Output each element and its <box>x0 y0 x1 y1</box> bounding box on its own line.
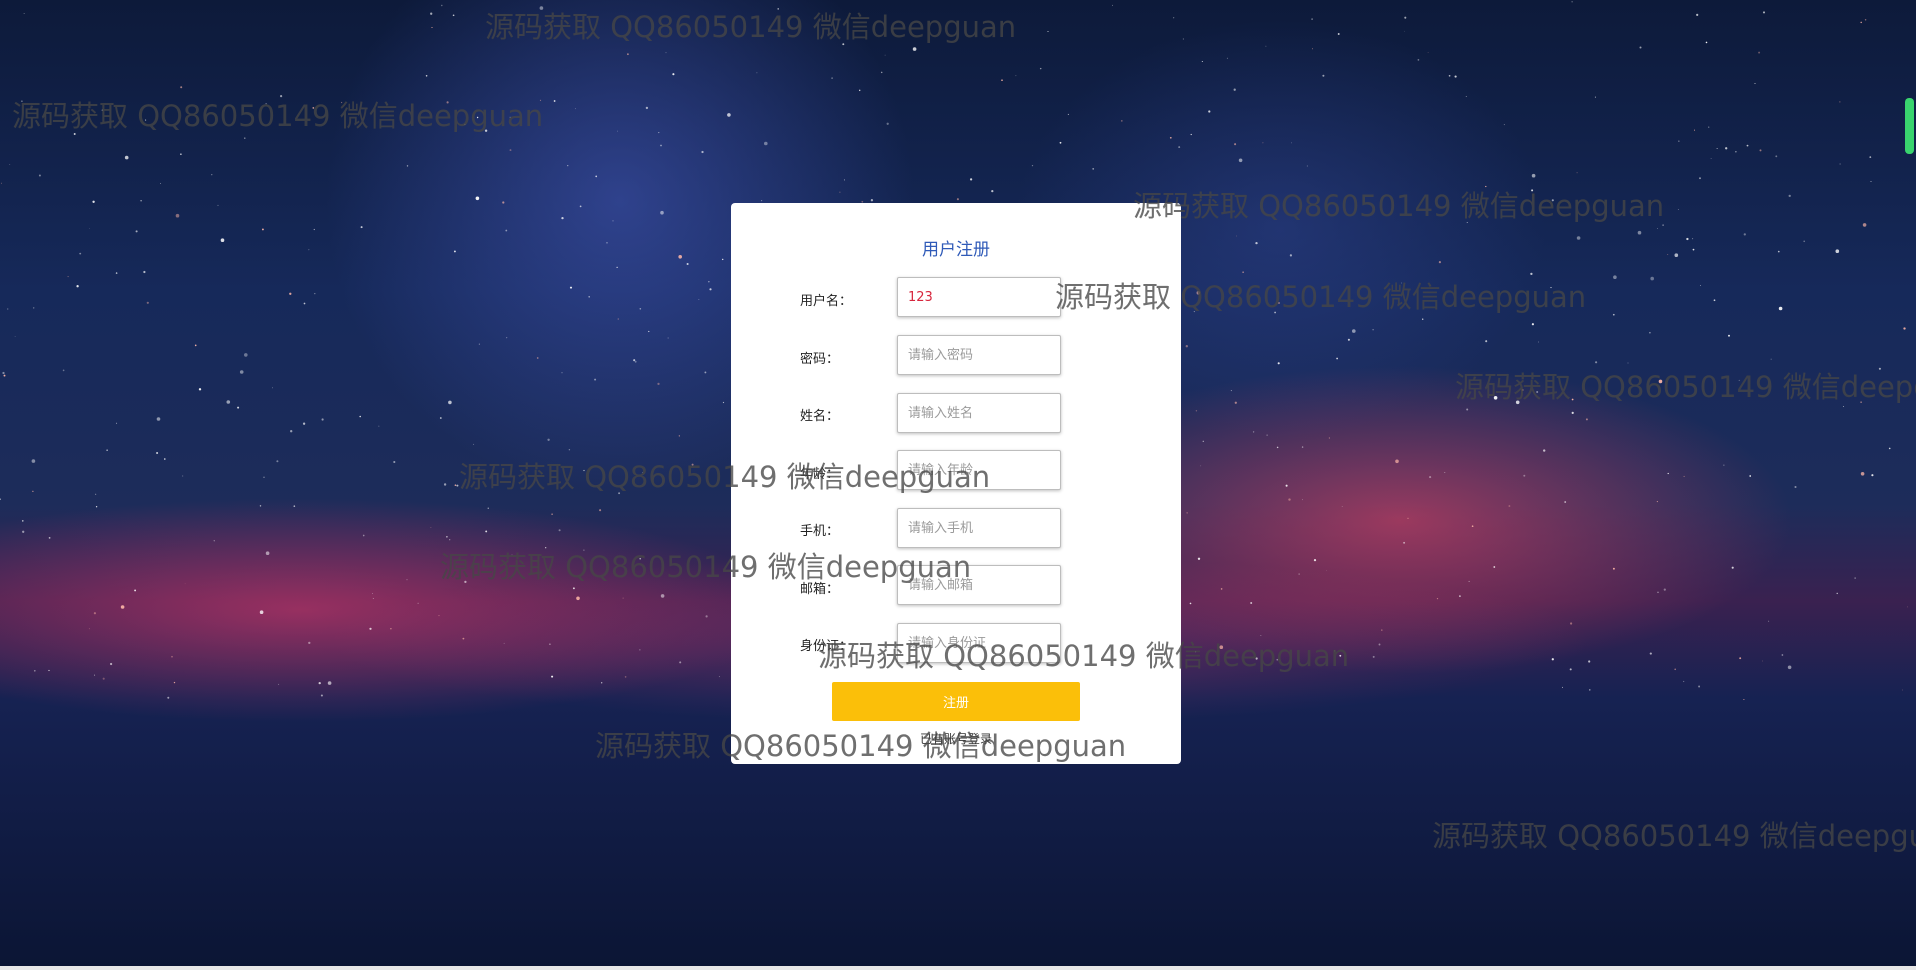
email-label: 邮箱： <box>800 582 840 597</box>
name-input[interactable] <box>897 393 1061 433</box>
register-card: 用户注册 用户名： 密码： 姓名： 年龄： 手机： 邮箱： 身份证： 注册 已有… <box>731 203 1181 764</box>
scrollbar-thumb[interactable] <box>1905 98 1914 154</box>
username-input[interactable] <box>897 277 1061 317</box>
email-input[interactable] <box>897 565 1061 605</box>
phone-label: 手机： <box>800 524 840 539</box>
password-input[interactable] <box>897 335 1061 375</box>
login-link[interactable]: 已有账号登录 <box>731 730 1181 747</box>
id-card-input[interactable] <box>897 623 1061 663</box>
name-label: 姓名： <box>800 409 840 424</box>
id-card-label: 身份证： <box>800 639 853 654</box>
register-button[interactable]: 注册 <box>832 682 1080 721</box>
phone-input[interactable] <box>897 508 1061 548</box>
username-label: 用户名： <box>800 294 853 309</box>
password-label: 密码： <box>800 352 840 367</box>
form-title: 用户注册 <box>922 240 990 260</box>
age-label: 年龄： <box>800 467 840 482</box>
age-input[interactable] <box>897 450 1061 490</box>
bottom-edge <box>0 966 1916 970</box>
